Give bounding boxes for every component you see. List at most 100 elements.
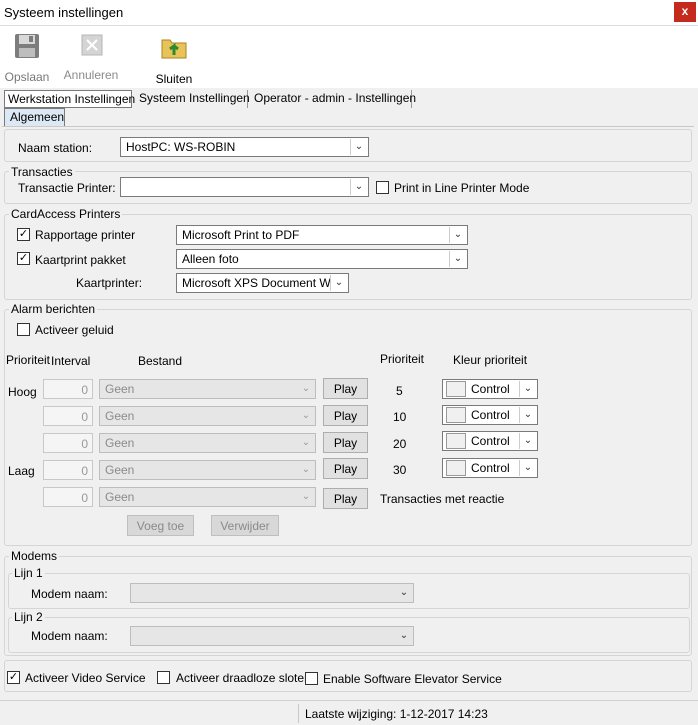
activeer-geluid-checkbox[interactable] [17,323,30,336]
chevron-down-icon: ⌄ [297,489,314,505]
close-button[interactable]: Sluiten [148,30,200,86]
cancel-label: Annuleren [63,68,119,82]
lijn1-label: Lijn 1 [12,566,45,580]
draadloze-sloten-label: Activeer draadloze sloten [176,671,311,685]
voeg-toe-button[interactable]: Voeg toe [127,515,194,536]
video-service-label: Activeer Video Service [25,671,146,685]
transactie-printer-select[interactable]: ⌄ [120,177,369,197]
rapportage-printer-value: Microsoft Print to PDF [182,228,300,242]
chevron-down-icon: ⌄ [519,407,536,423]
kleur-value: Control [471,461,510,475]
play-button[interactable]: Play [323,432,368,453]
chevron-down-icon: ⌄ [449,251,466,267]
cancel-button[interactable]: Annuleren [62,30,120,86]
chevron-down-icon: ⌄ [395,585,412,601]
interval-input[interactable]: 0 [43,487,93,507]
kleur-select[interactable]: Control ⌄ [442,458,538,478]
kleur-select[interactable]: Control ⌄ [442,405,538,425]
rapportage-label: Rapportage printer [35,228,136,242]
col-prioriteit-2: Prioriteit [380,352,425,366]
kleur-value: Control [471,382,510,396]
toolbar: Opslaan Annuleren Sluiten [0,26,698,88]
kleur-select[interactable]: Control ⌄ [442,431,538,451]
cardaccess-group-label: CardAccess Printers [9,207,123,221]
chevron-down-icon: ⌄ [350,179,367,195]
bestand-value: Geen [105,382,135,396]
save-button[interactable]: Opslaan [4,30,50,86]
station-value: HostPC: WS-ROBIN [126,140,236,154]
interval-input[interactable]: 0 [43,433,93,453]
priority-value: 20 [393,437,407,451]
color-swatch [446,460,466,476]
play-button[interactable]: Play [323,488,368,509]
last-change-text: Laatste wijziging: 1-12-2017 14:23 [305,707,488,721]
modem-naam-label-1: Modem naam: [31,587,108,601]
floppy-disk-icon [15,34,39,58]
col-prioriteit: Prioriteit [6,353,51,367]
play-button[interactable]: Play [323,405,368,426]
transacties-group-label: Transacties [9,165,75,179]
bestand-select[interactable]: Geen ⌄ [99,433,316,453]
modem-2-select[interactable]: ⌄ [130,626,414,646]
modem-1-select[interactable]: ⌄ [130,583,414,603]
bestand-value: Geen [105,409,135,423]
cancel-x-icon [81,34,103,56]
rapportage-printer-select[interactable]: Microsoft Print to PDF ⌄ [176,225,468,245]
kaartprint-checkbox[interactable]: ✓ [17,252,30,265]
bestand-select[interactable]: Geen ⌄ [99,406,316,426]
kaartprinter-label: Kaartprinter: [76,276,143,290]
save-label: Opslaan [4,70,50,84]
kaartprint-value: Alleen foto [182,252,239,266]
color-swatch [446,433,466,449]
kleur-value: Control [471,434,510,448]
alarm-group [4,309,692,546]
interval-input[interactable]: 0 [43,406,93,426]
chevron-down-icon: ⌄ [350,139,367,155]
elevator-service-checkbox[interactable] [305,672,318,685]
modem-naam-label-2: Modem naam: [31,629,108,643]
chevron-down-icon: ⌄ [519,381,536,397]
row-side-label: Laag [8,464,35,478]
tab-operator[interactable]: Operator - admin - Instellingen [251,90,416,108]
draadloze-sloten-checkbox[interactable] [157,671,170,684]
bestand-select[interactable]: Geen ⌄ [99,379,316,399]
line-printer-mode-label: Print in Line Printer Mode [394,181,530,195]
tab-systeem[interactable]: Systeem Instellingen [136,90,250,108]
chevron-down-icon: ⌄ [297,408,314,424]
rapportage-checkbox[interactable]: ✓ [17,228,30,241]
col-kleur-prioriteit: Kleur prioriteit [453,353,528,367]
bestand-select[interactable]: Geen ⌄ [99,487,316,507]
kaartprinter-select[interactable]: Microsoft XPS Document Wri ⌄ [176,273,349,293]
chevron-down-icon: ⌄ [519,460,536,476]
folder-exit-icon [161,39,187,59]
bestand-value: Geen [105,436,135,450]
interval-input[interactable]: 0 [43,379,93,399]
bestand-value: Geen [105,463,135,477]
priority-value: 5 [396,384,403,398]
bestand-value: Geen [105,490,135,504]
play-button[interactable]: Play [323,458,368,479]
chevron-down-icon: ⌄ [449,227,466,243]
station-select[interactable]: HostPC: WS-ROBIN ⌄ [120,137,369,157]
lijn2-label: Lijn 2 [12,610,45,624]
close-window-button[interactable]: x [674,2,696,22]
chevron-down-icon: ⌄ [297,462,314,478]
kaartprint-select[interactable]: Alleen foto ⌄ [176,249,468,269]
status-bar: Laatste wijziging: 1-12-2017 14:23 [0,700,698,725]
tab-werkstation[interactable]: Werkstation Instellingen [4,90,135,108]
priority-value: 30 [393,463,407,477]
col-bestand: Bestand [138,354,183,368]
kleur-value: Control [471,408,510,422]
chevron-down-icon: ⌄ [297,435,314,451]
chevron-down-icon: ⌄ [297,381,314,397]
kleur-select[interactable]: Control ⌄ [442,379,538,399]
bestand-select[interactable]: Geen ⌄ [99,460,316,480]
line-printer-mode-checkbox[interactable] [376,181,389,194]
video-service-checkbox[interactable]: ✓ [7,671,20,684]
interval-input[interactable]: 0 [43,460,93,480]
subtab-algemeen[interactable]: Algemeen [4,108,65,126]
play-button[interactable]: Play [323,378,368,399]
station-label: Naam station: [18,141,93,155]
modems-group-label: Modems [9,549,60,563]
verwijder-button[interactable]: Verwijder [211,515,279,536]
